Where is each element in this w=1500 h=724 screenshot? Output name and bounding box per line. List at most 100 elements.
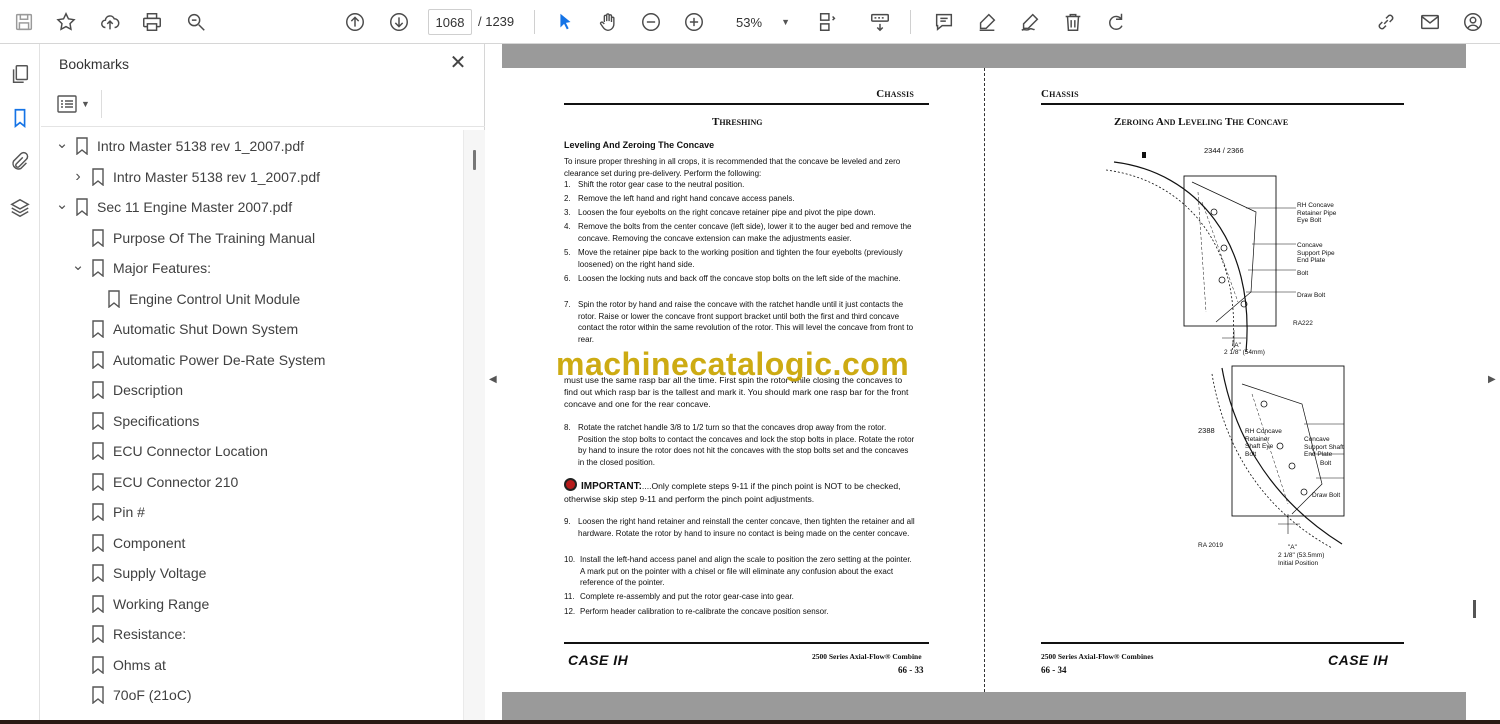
bookmark-item[interactable]: Automatic Power De-Rate System	[71, 347, 325, 373]
step-item: 7. Spin the rotor by hand and raise the c…	[564, 300, 914, 344]
bookmark-item[interactable]: Purpose Of The Training Manual	[71, 225, 315, 251]
chevron-right-icon[interactable]: ›	[71, 168, 85, 186]
bookmark-item[interactable]: ⌄ Sec 11 Engine Master 2007.pdf	[55, 194, 292, 220]
bookmark-label: Automatic Shut Down System	[113, 321, 299, 337]
bookmark-icon	[92, 564, 104, 582]
bookmark-label: Intro Master 5138 rev 1_2007.pdf	[97, 138, 305, 154]
figure-callout: "A"	[1288, 544, 1297, 551]
zoom-out-icon[interactable]	[637, 8, 665, 36]
comment-icon[interactable]	[930, 8, 958, 36]
intro-paragraph: To insure proper threshing in all crops,…	[564, 157, 901, 178]
step-item: 5. Move the retainer pipe back to the wor…	[564, 248, 903, 269]
bookmark-label: Automatic Power De-Rate System	[113, 351, 326, 368]
footer-rule	[1041, 642, 1404, 644]
bookmark-item[interactable]: ⌄ Major Features:	[71, 255, 211, 281]
figure-callout: 2 1/8" (53.5mm) Initial Position	[1278, 552, 1325, 567]
bookmark-item[interactable]: Pin #	[71, 499, 145, 525]
bookmark-label: ECU Connector Location	[113, 443, 268, 459]
bookmark-icon	[92, 259, 104, 277]
zoom-in-icon[interactable]	[680, 8, 708, 36]
star-icon[interactable]	[52, 8, 80, 36]
section-subhead: Leveling And Zeroing The Concave	[564, 140, 715, 150]
page-layout-icon[interactable]	[814, 8, 842, 36]
bookmark-item[interactable]: Resistance:	[71, 621, 186, 647]
upload-cloud-icon[interactable]	[96, 8, 124, 36]
page-total: / 1239	[478, 14, 515, 29]
select-arrow-icon[interactable]	[551, 8, 579, 36]
highlight-pen-icon[interactable]	[973, 8, 1001, 36]
bookmark-item[interactable]: Automatic Shut Down System	[71, 316, 298, 342]
collapse-right-icon[interactable]: ▶	[1488, 374, 1496, 385]
step-item: 9. Loosen the right hand retainer and rei…	[564, 517, 915, 538]
layers-icon[interactable]	[6, 194, 34, 222]
bookmark-item[interactable]: Component	[71, 530, 185, 556]
email-icon[interactable]	[1416, 8, 1444, 36]
document-scrollbar-thumb[interactable]	[1473, 600, 1476, 618]
bookmark-item[interactable]: Supply Voltage	[71, 560, 206, 586]
bookmark-item[interactable]: Ohms at	[71, 652, 166, 678]
save-icon[interactable]	[10, 8, 38, 36]
account-icon[interactable]	[1459, 8, 1487, 36]
previous-page-icon[interactable]	[341, 8, 369, 36]
bookmark-icon	[108, 289, 120, 308]
main-toolbar: / 1239 53% ▼	[0, 0, 1500, 44]
step-item: 3. Loosen the four eyebolts on the right …	[564, 208, 876, 217]
bookmark-options-button[interactable]: ▼	[57, 92, 97, 116]
figure-callout: 2 1/8" (54mm)	[1224, 349, 1265, 356]
page-number-input[interactable]	[428, 9, 472, 35]
bookmark-item[interactable]: Working Range	[71, 591, 209, 617]
footer-series: 2500 Series Axial-Flow® Combine	[812, 652, 922, 661]
taskbar-edge	[0, 720, 1500, 724]
page-separator	[984, 68, 985, 692]
bookmark-item[interactable]: › Intro Master 5138 rev 1_2007.pdf	[71, 164, 320, 190]
print-icon[interactable]	[138, 8, 166, 36]
scrollbar-thumb[interactable]	[473, 150, 476, 170]
bookmark-label: Pin #	[113, 504, 145, 520]
bookmark-label: Major Features:	[113, 260, 212, 276]
bookmark-item[interactable]: Specifications	[71, 408, 199, 434]
scroll-mode-icon[interactable]	[866, 8, 894, 36]
bookmark-item[interactable]: ECU Connector 210	[71, 469, 238, 495]
step-item: 12. Perform header calibration to re-cali…	[564, 607, 829, 616]
list-options-icon	[57, 95, 77, 113]
redo-icon[interactable]	[1102, 8, 1130, 36]
bookmark-item[interactable]: 70oF (21oC)	[71, 682, 192, 708]
chevron-down-icon[interactable]: ⌄	[55, 195, 69, 213]
close-icon[interactable]: ✕	[447, 52, 469, 74]
chevron-down-icon[interactable]: ⌄	[55, 134, 69, 152]
sign-pen-icon[interactable]	[1016, 8, 1044, 36]
bookmark-item[interactable]: Description	[71, 377, 183, 403]
bookmark-icon	[92, 594, 104, 613]
zoom-search-icon[interactable]	[182, 8, 210, 36]
section-header: Chassis	[1041, 88, 1079, 100]
share-link-icon[interactable]	[1372, 8, 1400, 36]
case-ih-logo: CASE IH	[1328, 652, 1389, 668]
bookmark-item[interactable]: ⌄ Intro Master 5138 rev 1_2007.pdf	[55, 133, 304, 159]
bookmark-label: ECU Connector 210	[113, 473, 239, 490]
collapse-left-icon[interactable]: ◀	[489, 374, 497, 385]
bookmark-scrollbar[interactable]	[463, 130, 485, 720]
bookmark-icon	[92, 533, 104, 552]
toolbar-divider	[534, 10, 535, 34]
bookmark-tree: ⌄ Intro Master 5138 rev 1_2007.pdf › Intro …	[41, 130, 463, 720]
bookmark-panel-icon[interactable]	[6, 104, 34, 132]
page-thumbnails-icon[interactable]	[6, 60, 34, 88]
footer-rule	[564, 642, 929, 644]
attachment-icon[interactable]	[6, 148, 34, 176]
trash-icon[interactable]	[1059, 8, 1087, 36]
step-item: 10. Install the left-hand access panel an…	[564, 555, 912, 588]
zoom-level-select[interactable]: 53% ▼	[718, 9, 796, 35]
chevron-down-icon[interactable]: ⌄	[71, 256, 85, 274]
step-item: 11. Complete re-assembly and put the roto…	[564, 592, 794, 601]
bookmark-label: Working Range	[113, 595, 210, 612]
next-page-icon[interactable]	[385, 8, 413, 36]
bookmark-label: Specifications	[113, 412, 200, 429]
bookmark-item[interactable]: Engine Control Unit Module	[87, 286, 300, 312]
page-title: Threshing	[712, 116, 763, 128]
bookmark-item[interactable]: ECU Connector Location	[71, 438, 268, 464]
bookmark-icon	[92, 442, 104, 460]
bookmark-label: Description	[113, 382, 184, 398]
hand-tool-icon[interactable]	[594, 8, 622, 36]
bookmark-label: Component	[113, 534, 186, 551]
pdf-page-right: Chassis Zeroing And Leveling The Concave…	[986, 68, 1466, 692]
